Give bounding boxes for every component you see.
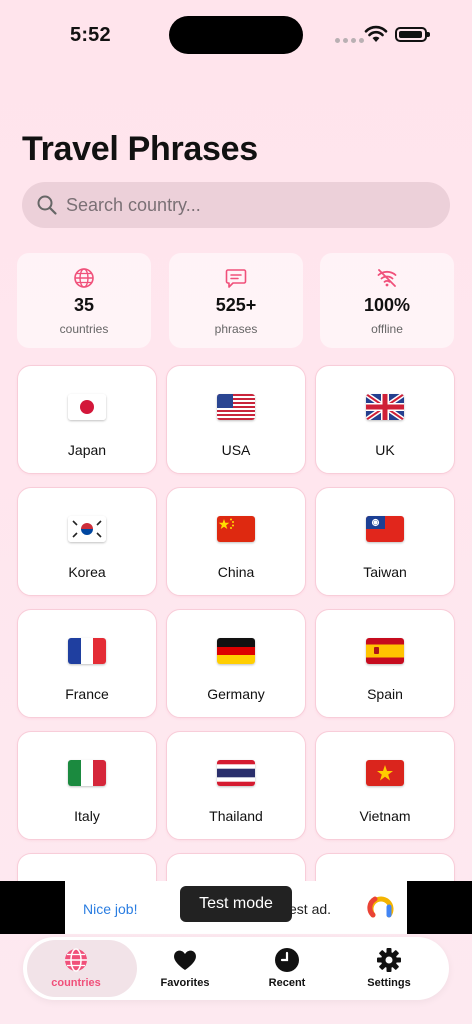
stat-label: phrases <box>214 322 258 336</box>
clock-icon <box>275 948 299 972</box>
spain-flag-icon <box>366 638 404 664</box>
search-bar[interactable] <box>22 182 450 228</box>
stat-card-countries: 35 countries <box>17 253 151 348</box>
uk-flag-icon <box>366 394 404 420</box>
country-card-japan[interactable]: Japan <box>17 365 157 474</box>
country-card-partial[interactable] <box>17 853 157 883</box>
status-bar: 5:52 <box>0 0 472 70</box>
taiwan-flag-icon <box>366 516 404 542</box>
country-card-china[interactable]: China <box>166 487 306 596</box>
country-card-taiwan[interactable]: Taiwan <box>315 487 455 596</box>
country-card-germany[interactable]: Germany <box>166 609 306 718</box>
stat-value: 35 <box>73 295 95 315</box>
nav-label: countries <box>51 977 101 989</box>
country-grid: Japan USA UK Korea China Taiwan France G… <box>17 365 455 883</box>
china-flag-icon <box>217 516 255 542</box>
nav-label: Recent <box>268 977 306 989</box>
globe-icon <box>65 948 87 972</box>
country-name: Vietnam <box>359 808 411 824</box>
country-name: USA <box>221 442 251 458</box>
country-name: Italy <box>74 808 100 824</box>
search-input[interactable] <box>66 194 450 216</box>
country-name: Spain <box>367 686 403 702</box>
page-title: Travel Phrases <box>22 130 258 168</box>
wifi-icon <box>364 25 388 42</box>
country-name: Taiwan <box>363 564 407 580</box>
country-card-korea[interactable]: Korea <box>17 487 157 596</box>
nav-item-countries[interactable]: countries <box>23 937 137 1000</box>
vietnam-flag-icon <box>366 760 404 786</box>
ad-text: est ad. <box>289 901 332 917</box>
country-card-usa[interactable]: USA <box>166 365 306 474</box>
country-card-partial[interactable] <box>315 853 455 883</box>
country-card-france[interactable]: France <box>17 609 157 718</box>
thailand-flag-icon <box>217 760 255 786</box>
france-flag-icon <box>68 638 106 664</box>
italy-flag-icon <box>68 760 106 786</box>
usa-flag-icon <box>217 394 255 420</box>
test-mode-badge: Test mode <box>180 886 292 922</box>
japan-flag-icon <box>68 394 106 420</box>
country-name: Korea <box>68 564 106 580</box>
stat-card-offline: 100% offline <box>320 253 454 348</box>
country-name: France <box>65 686 109 702</box>
nav-item-settings[interactable]: Settings <box>336 937 442 1000</box>
country-card-vietnam[interactable]: Vietnam <box>315 731 455 840</box>
wifi-off-icon <box>377 269 397 287</box>
gear-icon <box>377 948 401 972</box>
ad-nice-text: Nice job! <box>83 901 138 917</box>
country-card-thailand[interactable]: Thailand <box>166 731 306 840</box>
germany-flag-icon <box>217 638 255 664</box>
stat-label: offline <box>371 322 403 336</box>
cellular-signal-icon <box>335 38 364 43</box>
ad-logo-icon <box>367 896 394 918</box>
country-card-spain[interactable]: Spain <box>315 609 455 718</box>
status-time: 5:52 <box>70 24 111 46</box>
nav-label: Favorites <box>160 977 210 989</box>
nav-item-recent[interactable]: Recent <box>234 937 340 1000</box>
country-name: UK <box>375 442 395 458</box>
globe-icon <box>74 268 94 288</box>
nav-item-favorites[interactable]: Favorites <box>132 937 238 1000</box>
dynamic-island <box>169 16 303 54</box>
chat-icon <box>225 269 247 288</box>
bottom-nav: countries Favorites Recent Settings <box>23 937 449 1000</box>
country-name: China <box>217 564 255 580</box>
korea-flag-icon <box>68 516 106 542</box>
search-icon <box>37 195 57 215</box>
country-name: Japan <box>67 442 107 458</box>
country-card-uk[interactable]: UK <box>315 365 455 474</box>
stat-label: countries <box>59 322 109 336</box>
stat-card-phrases: 525+ phrases <box>169 253 303 348</box>
nav-label: Settings <box>367 977 411 989</box>
battery-icon <box>395 27 430 42</box>
country-name: Thailand <box>209 808 263 824</box>
stat-value: 100% <box>363 295 411 315</box>
country-card-partial[interactable] <box>166 853 306 883</box>
stat-value: 525+ <box>215 295 257 315</box>
heart-icon <box>174 950 196 970</box>
country-name: Germany <box>207 686 265 702</box>
country-card-italy[interactable]: Italy <box>17 731 157 840</box>
